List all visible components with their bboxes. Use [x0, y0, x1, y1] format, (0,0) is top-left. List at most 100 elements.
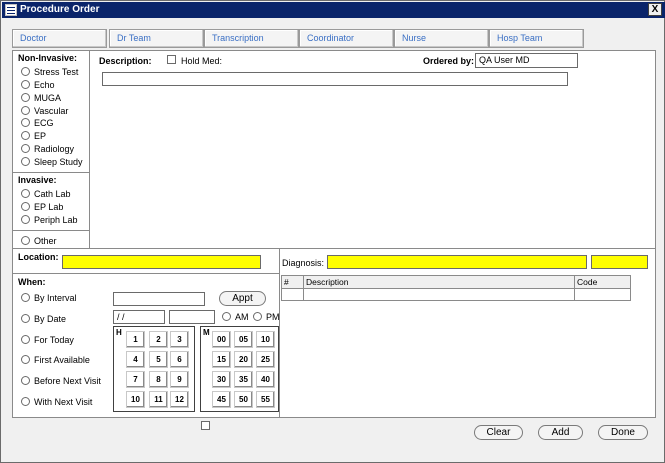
label-cath-lab: Cath Lab — [34, 189, 71, 199]
hour-key-1[interactable]: 1 — [126, 331, 145, 348]
tab-transcription[interactable]: Transcription — [204, 29, 299, 48]
radio-echo[interactable] — [21, 80, 30, 89]
radio-with-next-visit[interactable] — [21, 397, 30, 406]
label-ecg: ECG — [34, 118, 54, 128]
minutes-keypad-label: M — [203, 328, 210, 337]
label-first-available: First Available — [34, 355, 90, 365]
divider — [12, 172, 90, 173]
noninvasive-heading: Non-Invasive: — [18, 53, 78, 63]
radio-ep[interactable] — [21, 131, 30, 140]
label-periph-lab: Periph Lab — [34, 215, 78, 225]
close-button[interactable]: X — [648, 3, 662, 16]
tab-doctor[interactable]: Doctor — [12, 29, 107, 48]
column-header-code[interactable]: Code — [577, 277, 597, 287]
hour-key-7[interactable]: 7 — [126, 371, 145, 388]
description-label: Description: — [99, 56, 152, 66]
minute-key-05[interactable]: 05 — [234, 331, 253, 348]
minute-key-20[interactable]: 20 — [234, 351, 253, 368]
label-am: AM — [235, 312, 249, 322]
hour-key-3[interactable]: 3 — [170, 331, 189, 348]
minute-key-35[interactable]: 35 — [234, 371, 253, 388]
radio-sleep-study[interactable] — [21, 157, 30, 166]
radio-am[interactable] — [222, 312, 231, 321]
diagnosis-table: # Description Code — [281, 275, 631, 301]
radio-ecg[interactable] — [21, 118, 30, 127]
divider — [12, 273, 280, 274]
hour-key-5[interactable]: 5 — [149, 351, 168, 368]
minute-key-10[interactable]: 10 — [256, 331, 275, 348]
minute-key-15[interactable]: 15 — [212, 351, 231, 368]
appt-button[interactable]: Appt — [219, 291, 266, 306]
radio-stress-test[interactable] — [21, 67, 30, 76]
location-label: Location: — [18, 252, 59, 262]
diagnosis-code-field[interactable] — [591, 255, 648, 269]
hour-key-2[interactable]: 2 — [149, 331, 168, 348]
radio-ep-lab[interactable] — [21, 202, 30, 211]
hours-keypad: H 1 2 3 4 5 6 7 8 9 10 11 12 — [113, 326, 195, 412]
label-vascular: Vascular — [34, 106, 69, 116]
minute-key-25[interactable]: 25 — [256, 351, 275, 368]
tab-coordinator[interactable]: Coordinator — [299, 29, 394, 48]
date-input[interactable]: / / — [113, 310, 165, 324]
tab-nurse[interactable]: Nurse — [394, 29, 489, 48]
radio-radiology[interactable] — [21, 144, 30, 153]
hours-keypad-label: H — [116, 328, 122, 337]
radio-other[interactable] — [21, 236, 30, 245]
label-with-next-visit: With Next Visit — [34, 397, 93, 407]
column-divider — [303, 276, 304, 300]
label-by-interval: By Interval — [34, 293, 77, 303]
clear-button[interactable]: Clear — [474, 425, 523, 440]
minute-key-40[interactable]: 40 — [256, 371, 275, 388]
label-pm: PM — [266, 312, 280, 322]
ordered-by-field[interactable]: QA User MD — [475, 53, 578, 68]
tab-dr-team[interactable]: Dr Team — [109, 29, 204, 48]
radio-vascular[interactable] — [21, 106, 30, 115]
radio-pm[interactable] — [253, 312, 262, 321]
radio-muga[interactable] — [21, 93, 30, 102]
hour-key-9[interactable]: 9 — [170, 371, 189, 388]
divider — [12, 248, 656, 249]
diagnosis-description-field[interactable] — [327, 255, 587, 269]
ordered-by-label: Ordered by: — [423, 56, 475, 66]
hour-key-8[interactable]: 8 — [149, 371, 168, 388]
label-by-date: By Date — [34, 314, 67, 324]
title-bar: Procedure Order — [2, 2, 665, 18]
window-title: Procedure Order — [20, 4, 100, 15]
add-button[interactable]: Add — [538, 425, 583, 440]
minutes-keypad: M 00 05 10 15 20 25 30 35 40 45 50 55 — [200, 326, 279, 412]
location-field[interactable] — [62, 255, 261, 269]
minute-key-50[interactable]: 50 — [234, 391, 253, 408]
hour-key-6[interactable]: 6 — [170, 351, 189, 368]
description-input[interactable] — [102, 72, 568, 86]
footer-checkbox[interactable] — [201, 421, 210, 430]
minute-key-45[interactable]: 45 — [212, 391, 231, 408]
procedure-order-window: Procedure Order X Doctor Dr Team Transcr… — [0, 0, 665, 463]
order-form-panel — [12, 50, 656, 418]
radio-before-next-visit[interactable] — [21, 376, 30, 385]
tab-hosp-team[interactable]: Hosp Team — [489, 29, 584, 48]
radio-first-available[interactable] — [21, 355, 30, 364]
minute-key-00[interactable]: 00 — [212, 331, 231, 348]
column-header-number[interactable]: # — [284, 277, 289, 287]
hour-key-4[interactable]: 4 — [126, 351, 145, 368]
minute-key-30[interactable]: 30 — [212, 371, 231, 388]
hour-key-12[interactable]: 12 — [170, 391, 189, 408]
hour-key-10[interactable]: 10 — [126, 391, 145, 408]
time-input[interactable] — [169, 310, 215, 324]
radio-for-today[interactable] — [21, 335, 30, 344]
label-other: Other — [34, 236, 57, 246]
hour-key-11[interactable]: 11 — [149, 391, 168, 408]
minute-key-55[interactable]: 55 — [256, 391, 275, 408]
hold-med-checkbox[interactable] — [167, 55, 176, 64]
invasive-heading: Invasive: — [18, 175, 57, 185]
radio-cath-lab[interactable] — [21, 189, 30, 198]
label-muga: MUGA — [34, 93, 61, 103]
radio-by-date[interactable] — [21, 314, 30, 323]
interval-input[interactable] — [113, 292, 205, 306]
label-before-next-visit: Before Next Visit — [34, 376, 101, 386]
column-header-description[interactable]: Description — [306, 277, 349, 287]
radio-by-interval[interactable] — [21, 293, 30, 302]
label-stress-test: Stress Test — [34, 67, 79, 77]
radio-periph-lab[interactable] — [21, 215, 30, 224]
done-button[interactable]: Done — [598, 425, 648, 440]
